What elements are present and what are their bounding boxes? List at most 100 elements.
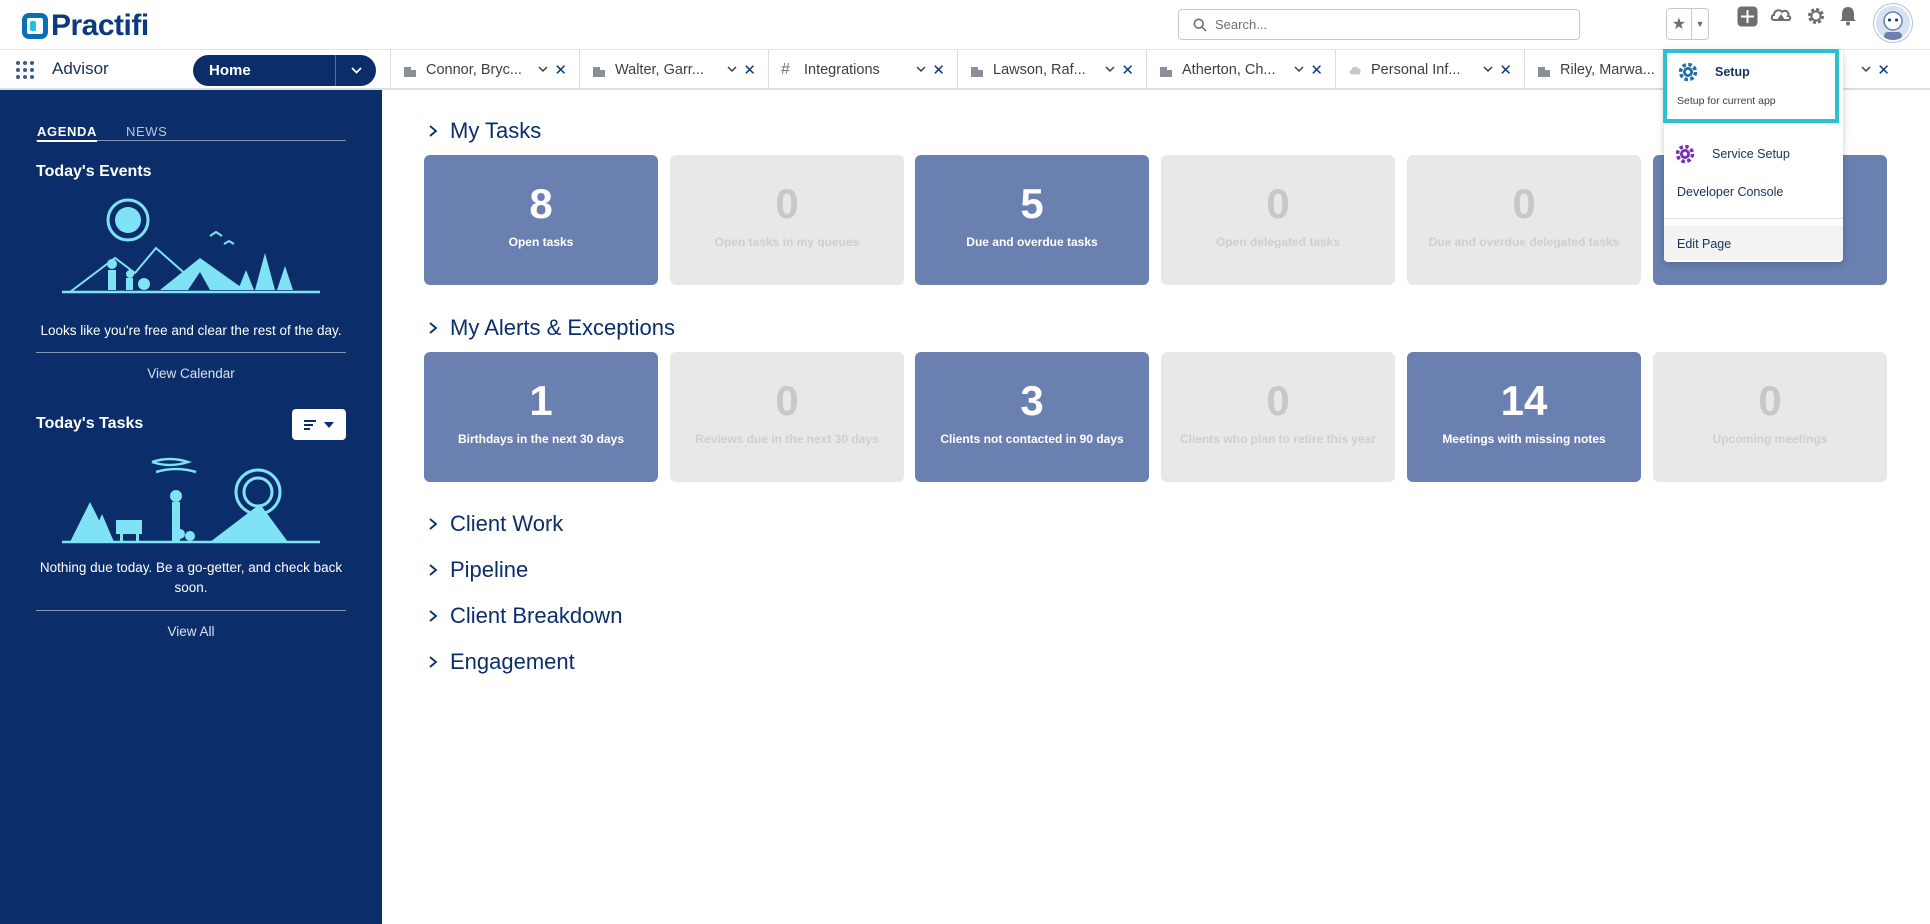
section-alerts[interactable]: My Alerts & Exceptions <box>426 315 675 341</box>
metric-value: 0 <box>1512 180 1536 227</box>
setup-menu-item[interactable]: Setup Setup for current app <box>1663 49 1839 123</box>
chevron-right-icon <box>429 656 438 668</box>
home-tab-label: Home <box>209 62 251 79</box>
home-tab[interactable]: Home <box>193 55 376 86</box>
search-input[interactable] <box>1215 17 1555 32</box>
campfire-illustration <box>62 457 320 544</box>
favorites-star-icon[interactable]: ★ <box>1667 9 1692 39</box>
chevron-down-icon[interactable] <box>537 63 549 75</box>
metric-card-missing-notes[interactable]: 14 Meetings with missing notes <box>1407 352 1641 482</box>
chevron-right-icon <box>429 125 438 137</box>
global-header: Practifi ★ ▼ <box>0 0 1930 49</box>
tab-agenda[interactable]: AGENDA <box>37 124 97 142</box>
metric-card-due-delegated-tasks[interactable]: 0 Due and overdue delegated tasks <box>1407 155 1641 285</box>
view-all-tasks-link[interactable]: View All <box>36 624 346 639</box>
section-my-tasks[interactable]: My Tasks <box>426 118 541 144</box>
metric-value: 5 <box>1020 180 1044 227</box>
close-icon[interactable]: ✕ <box>1310 61 1323 79</box>
metric-label: Meetings with missing notes <box>1442 432 1606 446</box>
account-icon <box>403 63 417 77</box>
metric-card-birthdays[interactable]: 1 Birthdays in the next 30 days <box>424 352 658 482</box>
workspace-tab-label: Atherton, Ch... <box>1182 62 1276 78</box>
metric-card-delegated-tasks[interactable]: 0 Open delegated tasks <box>1161 155 1395 285</box>
view-calendar-link[interactable]: View Calendar <box>36 366 346 381</box>
app-launcher-icon[interactable] <box>16 61 34 79</box>
metric-card-upcoming-meetings[interactable]: 0 Upcoming meetings <box>1653 352 1887 482</box>
tab-news[interactable]: NEWS <box>126 124 167 139</box>
metric-value: 14 <box>1500 377 1548 424</box>
workspace-tab-personal-info[interactable]: Personal Inf... ✕ <box>1335 50 1524 90</box>
workspace-tab-walter[interactable]: Walter, Garr... ✕ <box>579 50 768 90</box>
practifi-logo[interactable]: Practifi <box>22 9 149 43</box>
workspace-tab-label: Lawson, Raf... <box>993 62 1086 78</box>
metric-value: 0 <box>775 377 799 424</box>
metric-card-reviews-due[interactable]: 0 Reviews due in the next 30 days <box>670 352 904 482</box>
chevron-down-icon[interactable] <box>1860 63 1872 75</box>
metric-value: 0 <box>1266 377 1290 424</box>
metric-label: Open tasks <box>508 235 574 249</box>
nav-bar: Advisor Home Connor, Bryc... ✕ Walter, G… <box>0 49 1930 90</box>
section-pipeline[interactable]: Pipeline <box>426 557 528 583</box>
chevron-down-icon[interactable] <box>1104 63 1116 75</box>
global-actions-icon[interactable] <box>1735 4 1759 28</box>
close-icon[interactable]: ✕ <box>743 61 756 79</box>
workspace-tab-integrations[interactable]: # Integrations ✕ <box>768 50 957 90</box>
metric-card-due-tasks[interactable]: 5 Due and overdue tasks <box>915 155 1149 285</box>
workspace-tab-label: Personal Inf... <box>1371 62 1461 78</box>
section-client-work[interactable]: Client Work <box>426 511 563 537</box>
section-title: My Alerts & Exceptions <box>450 315 675 340</box>
task-sort-button[interactable] <box>292 409 346 440</box>
metric-value: 3 <box>1020 377 1044 424</box>
workspace-tab-label: Walter, Garr... <box>615 62 704 78</box>
section-client-breakdown[interactable]: Client Breakdown <box>426 603 622 629</box>
chevron-right-icon <box>429 564 438 576</box>
favorites-dropdown-icon[interactable]: ▼ <box>1692 9 1708 39</box>
section-title: Pipeline <box>450 557 529 582</box>
close-icon[interactable]: ✕ <box>554 61 567 79</box>
close-icon[interactable]: ✕ <box>1121 61 1134 79</box>
close-icon[interactable]: ✕ <box>1499 61 1512 79</box>
chevron-down-icon[interactable] <box>726 63 738 75</box>
agenda-sidebar: AGENDA NEWS Today's Events Looks like yo… <box>0 90 382 924</box>
notifications-bell-icon[interactable] <box>1836 4 1860 28</box>
account-icon <box>1537 63 1551 77</box>
home-tab-chevron-down-icon[interactable] <box>335 55 376 86</box>
workspace-tab-label: Connor, Bryc... <box>426 62 522 78</box>
section-engagement[interactable]: Engagement <box>426 649 575 675</box>
account-icon <box>970 63 984 77</box>
app-name: Advisor <box>52 59 109 78</box>
chevron-down-icon[interactable] <box>1482 63 1494 75</box>
edit-page-menu-item[interactable]: Edit Page <box>1664 226 1843 260</box>
setup-dropdown-menu: Setup Setup for current app Service Setu… <box>1663 49 1843 262</box>
user-avatar[interactable] <box>1874 4 1912 42</box>
metric-card-not-contacted[interactable]: 3 Clients not contacted in 90 days <box>915 352 1149 482</box>
close-icon[interactable]: ✕ <box>1877 61 1890 79</box>
metric-card-open-tasks[interactable]: 8 Open tasks <box>424 155 658 285</box>
workspace-tab-label: Integrations <box>804 62 880 78</box>
workspace-tab-atherton[interactable]: Atherton, Ch... ✕ <box>1146 50 1335 90</box>
metric-card-queue-tasks[interactable]: 0 Open tasks in my queues <box>670 155 904 285</box>
close-icon[interactable]: ✕ <box>932 61 945 79</box>
chevron-down-icon <box>324 421 334 428</box>
setup-gear-icon[interactable] <box>1804 4 1828 28</box>
workspace-tab-connor[interactable]: Connor, Bryc... ✕ <box>390 50 579 90</box>
search-icon <box>1193 18 1207 32</box>
global-search[interactable] <box>1178 9 1580 40</box>
chevron-right-icon <box>429 518 438 530</box>
chevron-right-icon <box>429 610 438 622</box>
workspace-tab-label: Riley, Marwa... <box>1560 62 1655 78</box>
divider <box>1664 218 1843 219</box>
chevron-down-icon[interactable] <box>915 63 927 75</box>
workspace-tab-lawson[interactable]: Lawson, Raf... ✕ <box>957 50 1146 90</box>
tasks-empty-message: Nothing due today. Be a go-getter, and c… <box>39 560 343 595</box>
chevron-down-icon[interactable] <box>1293 63 1305 75</box>
section-title: Client Breakdown <box>450 603 623 628</box>
service-setup-menu-item[interactable]: Service Setup <box>1664 140 1843 168</box>
metric-value: 0 <box>1266 180 1290 227</box>
trailhead-icon[interactable] <box>1769 4 1793 28</box>
section-title: Client Work <box>450 511 564 536</box>
metric-card-retiring-clients[interactable]: 0 Clients who plan to retire this year <box>1161 352 1395 482</box>
account-icon <box>592 63 606 77</box>
logo-mark-icon <box>22 13 48 39</box>
developer-console-menu-item[interactable]: Developer Console <box>1677 185 1783 199</box>
